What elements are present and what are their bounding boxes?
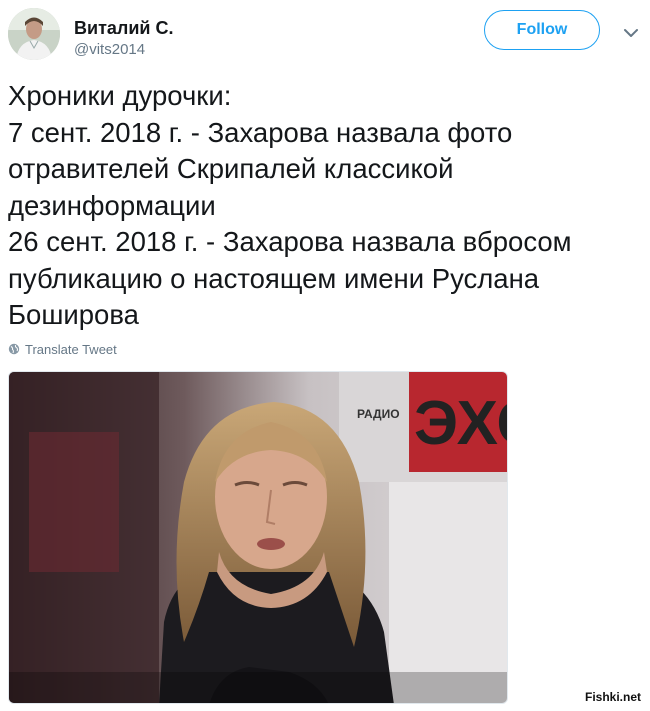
tweet-line: отравителей Скрипалей классикой [8, 153, 454, 184]
chevron-down-icon[interactable] [622, 24, 640, 42]
tweet-line: публикацию о настоящем имени Руслана [8, 262, 540, 294]
tweet-line: дезинформации [8, 189, 216, 221]
display-name[interactable]: Виталий С. [74, 18, 173, 39]
tweet-media[interactable]: РАДИО ЭХО [8, 371, 508, 704]
tweet-line: Хроники дурочки: [8, 80, 232, 111]
watermark: Fishki.net [583, 690, 644, 704]
tweet-photo: РАДИО ЭХО [9, 372, 508, 703]
tweet-line: 7 сент. 2018 г. - Захарова назвала фото [8, 116, 513, 148]
tweet-header: Виталий С. @vits2014 Follow [8, 8, 642, 64]
translate-label: Translate Tweet [25, 341, 117, 357]
tweet-line: 26 сент. 2018 г. - Захарова назвала вбро… [8, 226, 572, 257]
sign-large-text: ЭХО [414, 389, 508, 458]
tweet-line: Боширова [8, 299, 139, 330]
globe-icon [8, 343, 20, 355]
tweet-text: Хроники дурочки: 7 сент. 2018 г. - Захар… [8, 78, 644, 334]
follow-button[interactable]: Follow [484, 10, 600, 50]
user-handle[interactable]: @vits2014 [74, 41, 145, 58]
avatar-image [8, 8, 60, 60]
translate-tweet-link[interactable]: Translate Tweet [8, 340, 117, 358]
avatar[interactable] [8, 8, 60, 60]
sign-small-text: РАДИО [357, 407, 400, 421]
